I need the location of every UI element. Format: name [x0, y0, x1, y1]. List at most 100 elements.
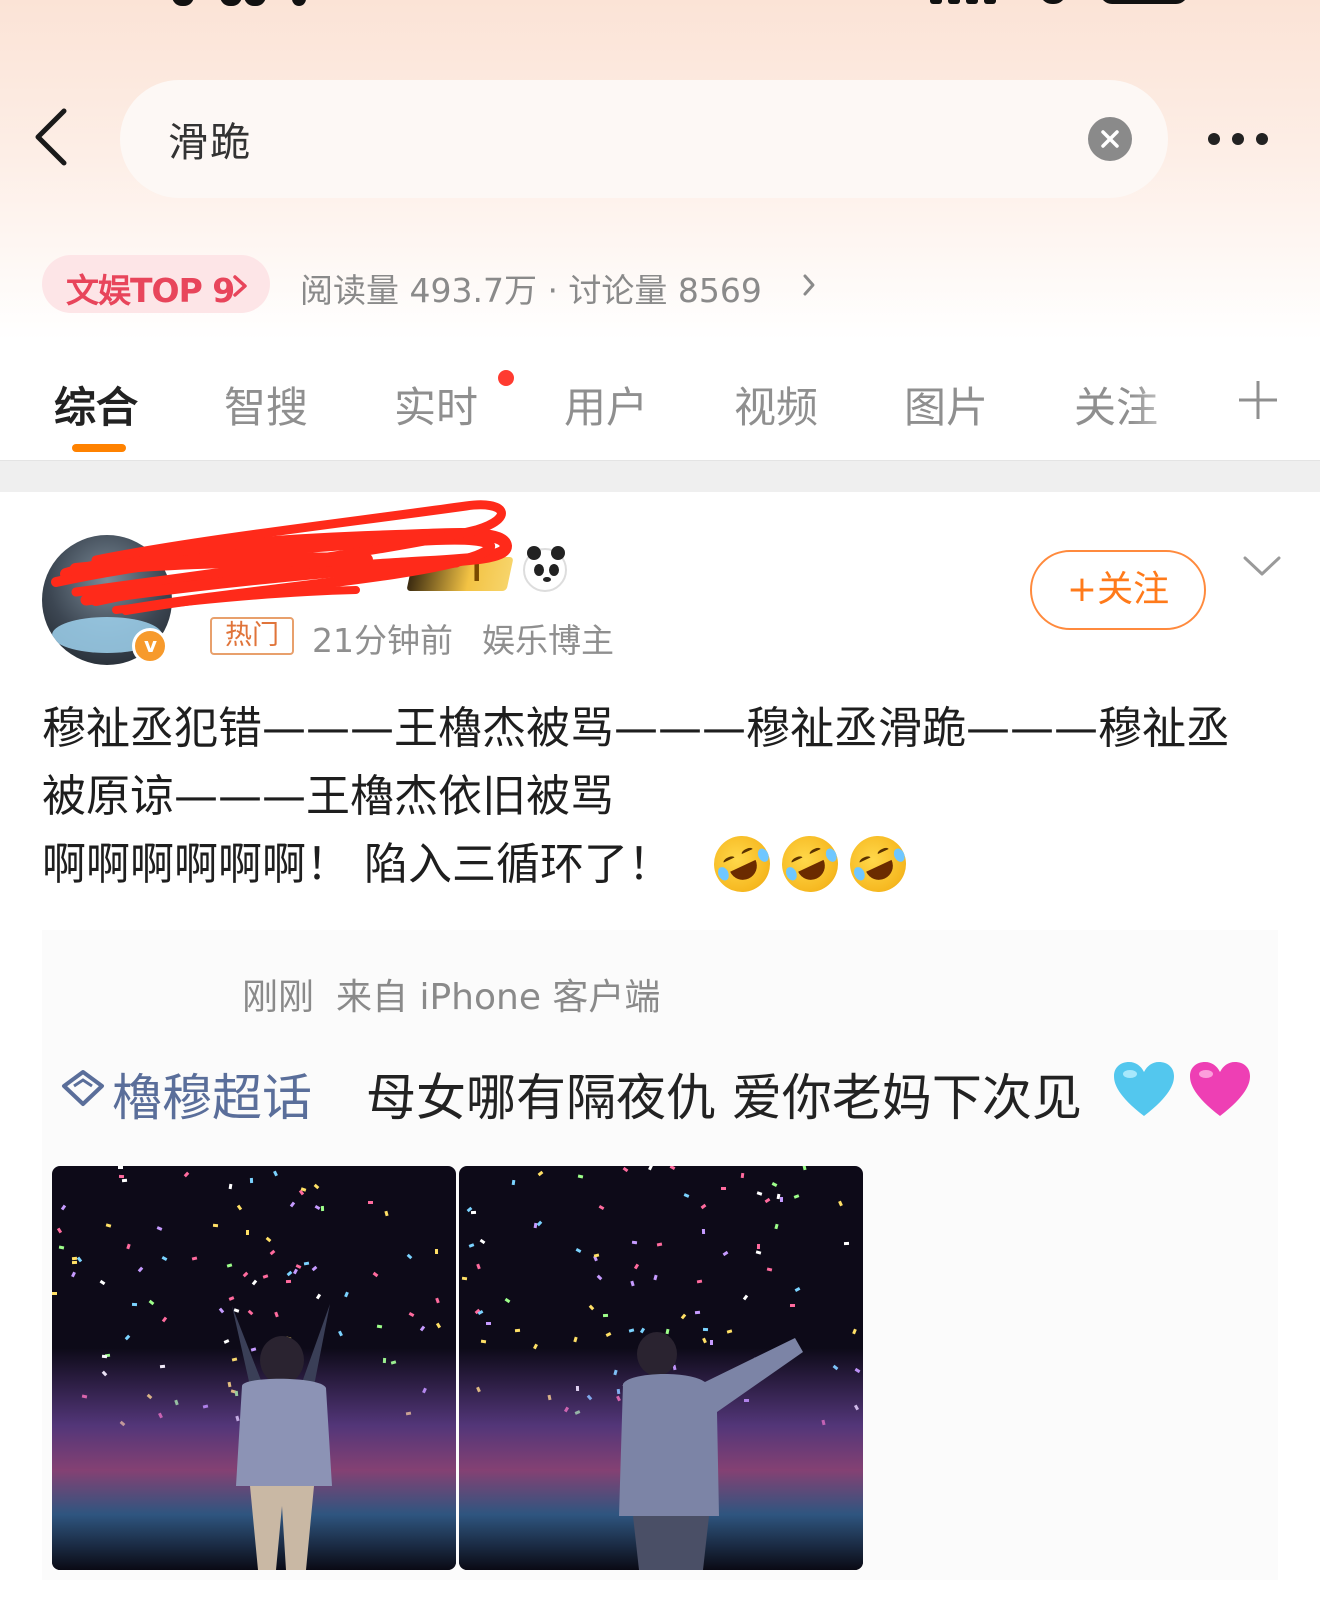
ranking-badge[interactable]: 文娱TOP 9: [42, 255, 270, 313]
confetti-speck: [669, 1166, 676, 1171]
confetti-speck: [479, 1238, 486, 1245]
confetti-speck: [384, 1210, 389, 1217]
tab-smart-search[interactable]: 智搜: [224, 374, 308, 435]
confetti-speck: [694, 1310, 701, 1315]
confetti-speck: [435, 1322, 442, 1329]
confetti-speck: [313, 1183, 320, 1190]
confetti-speck: [434, 1248, 439, 1255]
redaction-scribble: [51, 500, 513, 615]
confetti-speck: [118, 1174, 125, 1179]
quoted-text: 母女哪有隔夜仇 爱你老妈下次见: [366, 1069, 1082, 1127]
post-content[interactable]: 穆祉丞犯错———王櫓杰被骂———穆祉丞滑跪———穆祉丞 被原谅———王櫓杰依旧被…: [42, 695, 1282, 899]
status-time: [172, 0, 332, 6]
confetti-speck: [633, 1263, 640, 1270]
search-input[interactable]: 滑跪: [168, 110, 252, 168]
confetti-speck: [793, 1194, 800, 1199]
confetti-speck: [514, 1328, 521, 1333]
confetti-speck: [794, 1286, 801, 1293]
confetti-speck: [476, 1263, 481, 1270]
confetti-speck: [511, 1179, 516, 1186]
confetti-speck: [191, 1256, 198, 1261]
add-tab-icon[interactable]: [1236, 378, 1280, 422]
confetti-speck: [575, 1248, 582, 1253]
search-box[interactable]: 滑跪: [120, 80, 1168, 198]
confetti-speck: [779, 1196, 784, 1203]
confetti-speck: [71, 1260, 78, 1265]
super-topic-link[interactable]: 櫓穆超话: [112, 1058, 312, 1130]
confetti-speck: [117, 1166, 124, 1170]
confetti-speck: [756, 1243, 761, 1250]
post-text-line: 被原谅———王櫓杰依旧被骂: [42, 771, 614, 822]
confetti-speck: [314, 1204, 321, 1211]
confetti-speck: [262, 1274, 269, 1279]
confetti-speck: [573, 1336, 578, 1343]
confetti-speck: [722, 1250, 729, 1257]
status-bar: [0, 0, 1320, 10]
confetti-speck: [764, 1197, 771, 1204]
confetti-speck: [596, 1274, 603, 1281]
confetti-speck: [755, 1250, 762, 1255]
follow-button[interactable]: +关注: [1030, 550, 1206, 630]
confetti-speck: [137, 1266, 144, 1273]
quoted-time: 刚刚: [242, 977, 315, 1018]
photo-thumbnail[interactable]: [459, 1166, 863, 1570]
stats-chevron-right-icon: [803, 274, 815, 296]
confetti-speck: [156, 1226, 163, 1231]
tab-realtime[interactable]: 实时: [394, 374, 478, 435]
panda-icon: [523, 546, 567, 592]
confetti-speck: [789, 1303, 796, 1308]
confetti-speck: [161, 1256, 168, 1261]
tab-users[interactable]: 用户: [564, 374, 648, 435]
confetti-speck: [265, 1236, 272, 1243]
confetti-speck: [435, 1297, 440, 1304]
confetti-speck: [249, 1177, 254, 1184]
confetti-speck: [126, 1243, 131, 1250]
confetti-speck: [721, 1187, 726, 1190]
confetti-speck: [461, 1276, 468, 1281]
wifi-icon: [1040, 0, 1066, 4]
rofl-emoji-icon: [772, 826, 848, 902]
confetti-speck: [504, 1297, 511, 1304]
search-tabs: 综合 智搜 实时 用户 视频 图片 关注: [0, 360, 1320, 460]
confetti-speck: [771, 1182, 778, 1187]
chevron-down-icon[interactable]: [1242, 554, 1282, 578]
confetti-speck: [656, 1242, 663, 1247]
more-options-button[interactable]: [1208, 130, 1278, 150]
confetti-speck: [630, 1280, 635, 1287]
confetti-speck: [183, 1171, 190, 1178]
photo-thumbnail[interactable]: [52, 1166, 456, 1570]
confetti-speck: [802, 1166, 807, 1171]
confetti-speck: [121, 1178, 128, 1183]
active-tab-indicator: [72, 444, 126, 452]
confetti-speck: [406, 1253, 413, 1260]
confetti-speck: [295, 1264, 302, 1269]
realtime-notification-dot: [498, 370, 514, 386]
back-button[interactable]: [30, 105, 80, 169]
confetti-speck: [372, 1271, 379, 1278]
post-time: 21分钟前: [312, 621, 453, 660]
verified-icon: v: [132, 628, 168, 664]
confetti-speck: [683, 1193, 690, 1198]
confetti-speck: [602, 1313, 609, 1318]
confetti-speck: [52, 1292, 57, 1295]
confetti-speck: [311, 1265, 318, 1272]
confetti-speck: [212, 1223, 219, 1228]
topic-stats[interactable]: 阅读量 493.7万 · 讨论量 8569: [300, 264, 762, 312]
confetti-speck: [226, 1263, 233, 1268]
confetti-speck: [742, 1294, 749, 1301]
tab-images[interactable]: 图片: [904, 374, 988, 435]
confetti-speck: [148, 1299, 155, 1306]
clear-search-button[interactable]: [1088, 117, 1132, 161]
rofl-emoji-row: [704, 826, 924, 902]
tab-videos[interactable]: 视频: [734, 374, 818, 435]
quoted-screenshot[interactable]: 刚刚 来自 iPhone 客户端 櫓穆超话 母女哪有隔夜仇 爱你老妈下次见: [42, 930, 1278, 1580]
tab-comprehensive[interactable]: 综合: [54, 374, 138, 435]
confetti-speck: [105, 1223, 112, 1228]
chevron-left-icon: [35, 108, 67, 166]
confetti-speck: [286, 1270, 293, 1277]
more-dots-icon: [1208, 133, 1220, 145]
confetti-speck: [242, 1271, 249, 1278]
confetti-speck: [124, 1334, 131, 1341]
confetti-speck: [852, 1328, 857, 1335]
confetti-speck: [71, 1271, 76, 1278]
